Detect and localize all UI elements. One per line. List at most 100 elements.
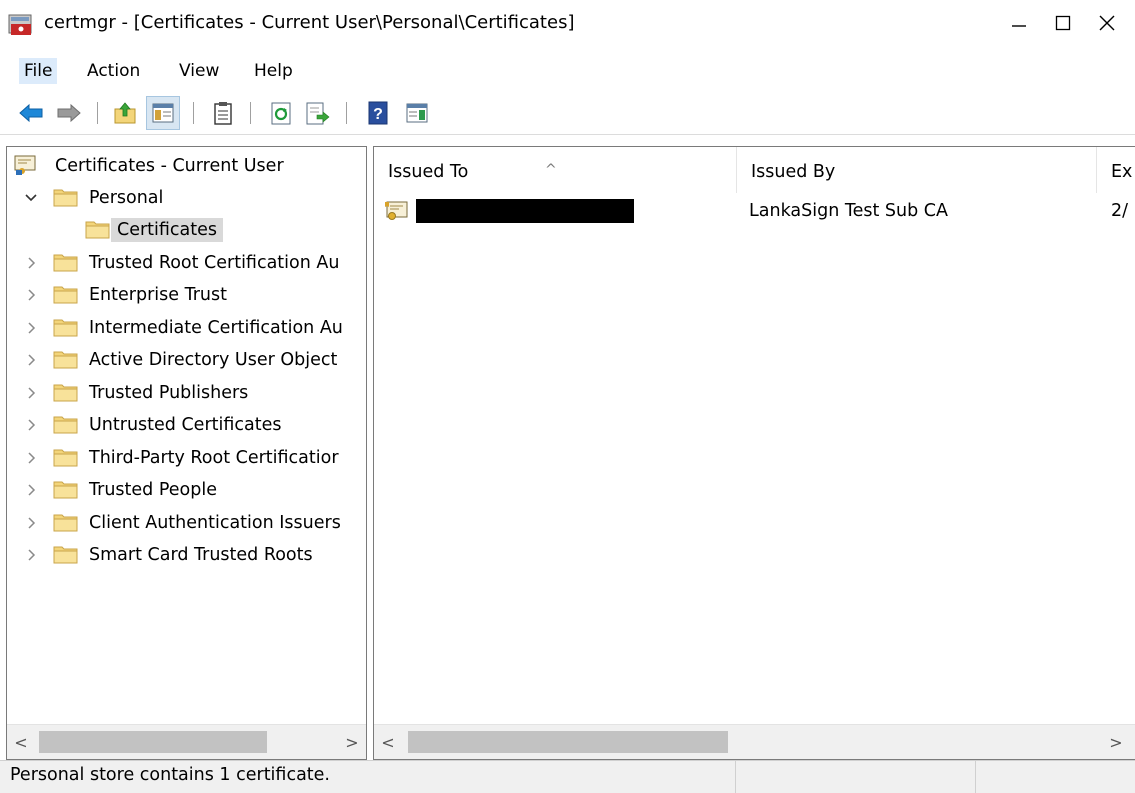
title-bar[interactable]: certmgr - [Certificates - Current User\P… [0,0,1135,50]
tree-item-client-auth-issuers[interactable]: Client Authentication Issuers [7,508,366,538]
chevron-right-icon: > [1109,732,1123,752]
minimize-icon [1012,25,1026,27]
chevron-right-icon[interactable] [21,512,41,534]
forward-arrow-icon[interactable] [56,100,82,126]
scroll-thumb[interactable] [408,731,728,753]
menu-view[interactable]: View [174,58,224,84]
tree-item-label: Enterprise Trust [89,285,227,305]
scroll-left-button[interactable]: < [374,725,402,759]
sort-ascending-icon: ^ [545,162,557,178]
column-header-label: Issued By [751,162,836,182]
certmgr-app-icon [8,14,32,35]
chevron-left-icon: < [14,732,28,752]
console-tree-pane[interactable]: Certificates - Current User Personal Cer… [6,146,367,760]
chevron-right-icon[interactable] [21,414,41,436]
toolbar: ? [0,92,1135,135]
list-horizontal-scrollbar[interactable]: < > [374,724,1135,759]
close-icon [1099,15,1115,31]
chevron-right-icon[interactable] [21,349,41,371]
chevron-down-icon[interactable] [21,187,41,209]
maximize-icon [1055,15,1071,31]
list-header: Issued To ^ Issued By Ex [374,147,1135,193]
show-hide-console-tree-icon[interactable] [150,100,176,126]
tree-item-label: Intermediate Certification Au [89,318,343,338]
chevron-right-icon[interactable] [21,284,41,306]
tree-item-smart-card-roots[interactable]: Smart Card Trusted Roots [7,540,366,570]
certificate-icon [385,201,408,220]
tree-item-label: Personal [89,188,164,208]
tree-item-active-directory[interactable]: Active Directory User Object [7,345,366,375]
tree-item-intermediate[interactable]: Intermediate Certification Au [7,313,366,343]
tree-item-certificates[interactable]: Certificates [7,215,366,245]
chevron-right-icon: > [345,732,359,752]
tree-item-enterprise-trust[interactable]: Enterprise Trust [7,280,366,310]
chevron-right-icon[interactable] [21,447,41,469]
redacted-issued-to [416,199,634,223]
close-button[interactable] [1084,0,1130,46]
folder-icon [53,514,78,532]
folder-icon [53,254,78,272]
tree-item-untrusted[interactable]: Untrusted Certificates [7,410,366,440]
column-header-issued-by[interactable]: Issued By [737,147,1097,193]
tree-item-label: Trusted People [89,480,217,500]
column-header-expiration[interactable]: Ex [1097,147,1135,193]
properties-icon[interactable] [210,100,236,126]
folder-icon [53,546,78,564]
show-hide-action-pane-icon[interactable] [404,100,430,126]
up-one-level-icon[interactable] [112,100,138,126]
toolbar-separator [346,102,347,124]
menu-action[interactable]: Action [82,58,145,84]
status-divider [975,761,976,793]
tree-item-label: Active Directory User Object [89,350,338,370]
tree-item-label: Trusted Publishers [89,383,249,403]
folder-icon [53,351,78,369]
result-list-pane[interactable]: Issued To ^ Issued By Ex LankaSign Test … [373,146,1135,760]
column-header-label: Issued To [388,162,469,182]
svg-text:?: ? [373,106,383,123]
export-list-icon[interactable] [304,100,330,126]
tree-item-personal[interactable]: Personal [7,183,366,213]
folder-icon [53,319,78,337]
toolbar-separator [193,102,194,124]
cell-expiration: 2/ [1111,201,1129,221]
chevron-right-icon[interactable] [21,544,41,566]
scroll-left-button[interactable]: < [7,725,35,759]
folder-icon [85,221,110,239]
scroll-thumb[interactable] [39,731,267,753]
status-text: Personal store contains 1 certificate. [10,765,330,785]
tree-root-label: Certificates - Current User [55,156,284,176]
tree-item-trusted-people[interactable]: Trusted People [7,475,366,505]
folder-icon [53,384,78,402]
column-header-issued-to[interactable]: Issued To ^ [374,147,737,193]
certificate-store-icon [14,155,36,175]
maximize-button[interactable] [1040,0,1086,46]
tree-item-label: Smart Card Trusted Roots [89,545,313,565]
tree-item-trusted-publishers[interactable]: Trusted Publishers [7,378,366,408]
toolbar-separator [97,102,98,124]
tree-item-trusted-root[interactable]: Trusted Root Certification Au [7,248,366,278]
menu-help[interactable]: Help [249,58,298,84]
chevron-right-icon[interactable] [21,479,41,501]
refresh-icon[interactable] [268,100,294,126]
cell-issued-by: LankaSign Test Sub CA [749,201,948,221]
scroll-right-button[interactable]: > [338,725,366,759]
tree-item-third-party-root[interactable]: Third-Party Root Certificatior [7,443,366,473]
chevron-right-icon[interactable] [21,252,41,274]
table-row[interactable]: LankaSign Test Sub CA 2/ [374,197,1135,227]
menu-file[interactable]: File [19,58,58,84]
window-title: certmgr - [Certificates - Current User\P… [44,12,575,33]
scroll-right-button[interactable]: > [1102,725,1130,759]
tree-horizontal-scrollbar[interactable]: < > [7,724,366,759]
tree-root-certificates-current-user[interactable]: Certificates - Current User [7,151,366,181]
minimize-button[interactable] [996,0,1042,46]
chevron-right-icon[interactable] [21,317,41,339]
chevron-left-icon: < [381,732,395,752]
chevron-right-icon[interactable] [21,382,41,404]
column-header-label: Ex [1111,162,1133,182]
help-icon[interactable]: ? [366,100,392,126]
folder-icon [53,449,78,467]
status-divider [735,761,736,793]
back-arrow-icon[interactable] [18,100,44,126]
tree-item-label: Certificates [111,218,224,242]
tree-item-label: Untrusted Certificates [89,415,282,435]
